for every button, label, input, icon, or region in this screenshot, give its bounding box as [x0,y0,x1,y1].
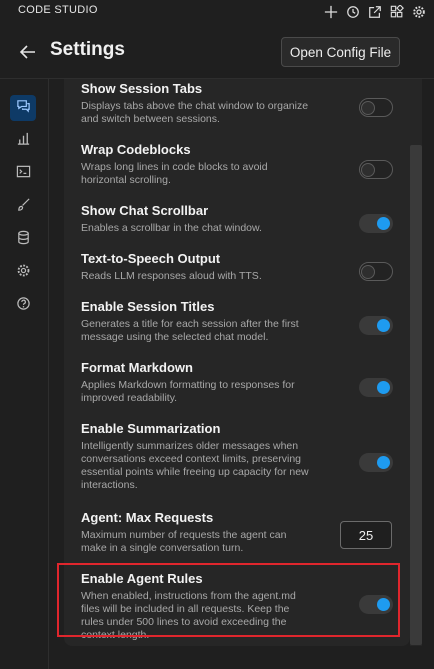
sidebar [0,79,49,669]
text-to-speech-toggle[interactable] [359,262,393,281]
max-requests-input[interactable]: 25 [340,521,392,549]
highlight-box [57,563,400,637]
sidebar-item-advanced[interactable] [10,260,36,286]
setting-title: Show Session Tabs [81,81,203,96]
help-icon [16,296,31,316]
setting-description: Generates a title for each session after… [81,318,299,343]
settings-header: Settings Open Config File [0,26,434,79]
setting-title: Enable Summarization [81,421,221,436]
wrap-codeblocks-toggle[interactable] [359,160,393,179]
setting-description: Reads LLM responses aloud with TTS. [81,270,262,282]
gear-icon[interactable] [410,3,428,21]
setting-show-chat-scrollbar: Show Chat Scrollbar Enables a scrollbar … [81,203,401,235]
sidebar-item-stats[interactable] [10,128,36,154]
terminal-icon [16,164,31,184]
open-config-file-button[interactable]: Open Config File [281,37,400,67]
page-title: Settings [50,39,125,60]
setting-description: Applies Markdown formatting to responses… [81,379,295,404]
chat-icon [16,98,31,118]
format-markdown-toggle[interactable] [359,378,393,397]
setting-enable-session-titles: Enable Session Titles Generates a title … [81,299,401,344]
setting-description: Wraps long lines in code blocks to avoid… [81,161,268,186]
chart-icon [16,131,31,151]
setting-text-to-speech: Text-to-Speech Output Reads LLM response… [81,251,401,283]
brush-icon [16,197,31,217]
setting-title: Show Chat Scrollbar [81,203,209,218]
settings-panel: Show Session Tabs Displays tabs above th… [64,79,410,646]
show-chat-scrollbar-toggle[interactable] [359,214,393,233]
sidebar-item-help[interactable] [10,293,36,319]
toolbar-actions [322,3,428,21]
database-icon [16,230,31,250]
sidebar-item-terminal[interactable] [10,161,36,187]
setting-description: Maximum number of requests the agent can… [81,529,287,554]
scrollbar-thumb[interactable] [410,145,422,645]
show-session-tabs-toggle[interactable] [359,98,393,117]
setting-description: Intelligently summarizes older messages … [81,440,309,491]
setting-enable-summarization: Enable Summarization Intelligently summa… [81,421,401,492]
setting-title: Format Markdown [81,360,193,375]
setting-title: Wrap Codeblocks [81,142,191,157]
settings-icon [16,263,31,283]
setting-description: Enables a scrollbar in the chat window. [81,222,262,234]
setting-title: Text-to-Speech Output [81,251,221,266]
extensions-icon[interactable] [388,3,406,21]
setting-agent-max-requests: Agent: Max Requests Maximum number of re… [81,510,401,555]
setting-description: Displays tabs above the chat window to o… [81,100,309,125]
back-arrow-icon[interactable] [18,42,38,62]
title-bar: CODE STUDIO [0,0,434,26]
setting-show-session-tabs: Show Session Tabs Displays tabs above th… [81,81,401,126]
history-icon[interactable] [344,3,362,21]
open-external-icon[interactable] [366,3,384,21]
plus-icon[interactable] [322,3,340,21]
setting-title: Enable Session Titles [81,299,215,314]
setting-wrap-codeblocks: Wrap Codeblocks Wraps long lines in code… [81,142,401,187]
sidebar-item-data[interactable] [10,227,36,253]
setting-format-markdown: Format Markdown Applies Markdown formatt… [81,360,401,405]
enable-session-titles-toggle[interactable] [359,316,393,335]
app-title: CODE STUDIO [18,4,98,16]
enable-summarization-toggle[interactable] [359,453,393,472]
sidebar-item-chat[interactable] [10,95,36,121]
sidebar-item-appearance[interactable] [10,194,36,220]
